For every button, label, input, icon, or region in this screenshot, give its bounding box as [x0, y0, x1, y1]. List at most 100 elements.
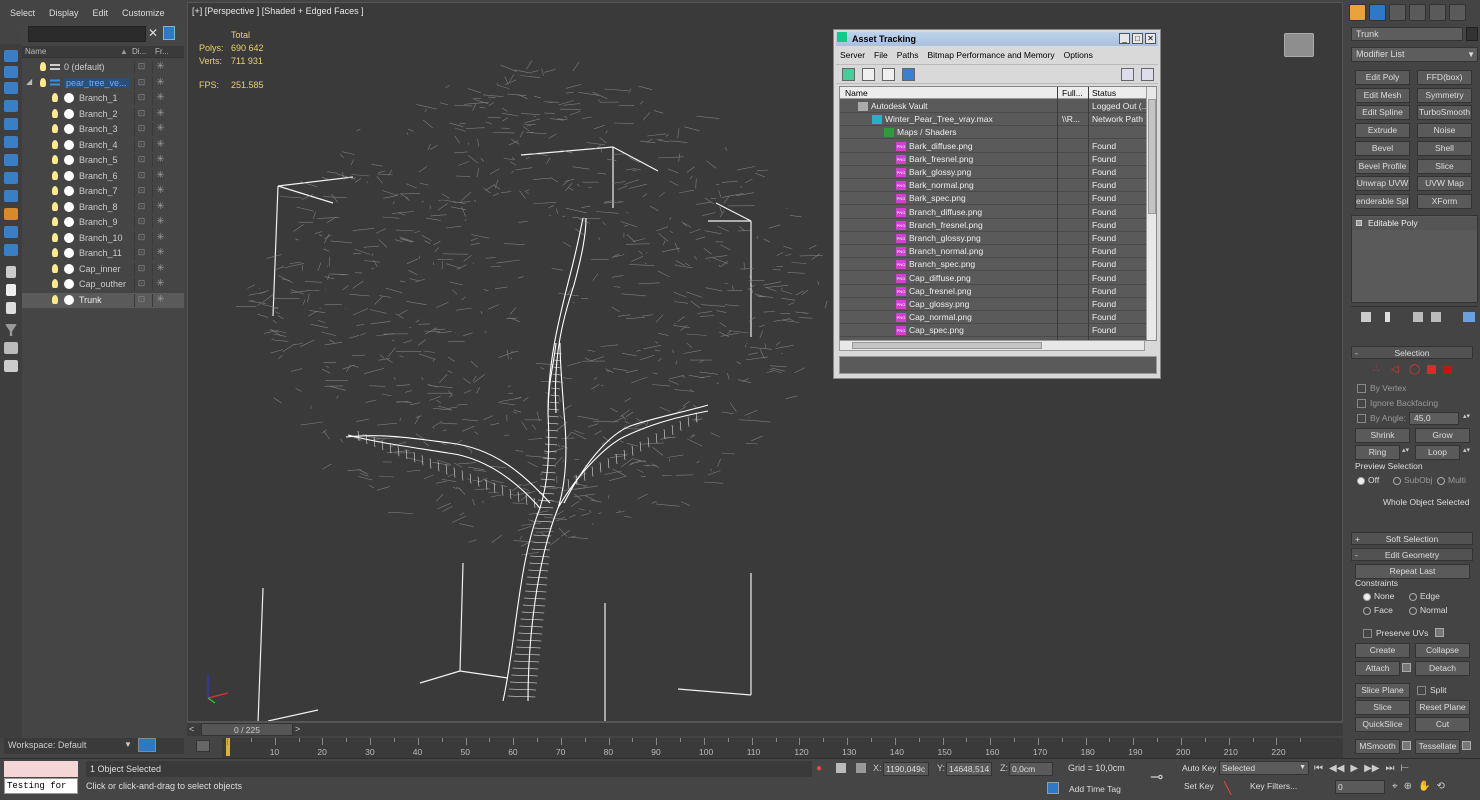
- asset-row[interactable]: PNG Cap_spec.png Found: [840, 324, 1146, 338]
- key-mode-toggle-icon[interactable]: ⊢: [1400, 763, 1409, 777]
- msmooth-settings-icon[interactable]: [1402, 741, 1411, 750]
- slice-plane-button[interactable]: Slice Plane: [1355, 683, 1410, 698]
- explorer-row[interactable]: Cap_outher ⊡ ✳: [22, 277, 184, 292]
- asset-row[interactable]: PNG Cap_diffuse.png Found: [840, 272, 1146, 285]
- maximize-icon[interactable]: □: [1132, 33, 1143, 44]
- pin-stack-icon[interactable]: [1361, 312, 1371, 322]
- display-all-icon[interactable]: [4, 66, 18, 78]
- visibility-bulb-icon[interactable]: [52, 108, 58, 118]
- visibility-bulb-icon[interactable]: [52, 201, 58, 211]
- asset-col-status[interactable]: Status: [1092, 88, 1116, 98]
- display-toggle-icon[interactable]: ⊡: [134, 278, 148, 291]
- freeze-toggle-icon[interactable]: ✳: [152, 278, 168, 291]
- attach-button[interactable]: Attach: [1355, 661, 1400, 676]
- freeze-toggle-icon[interactable]: ✳: [152, 76, 168, 90]
- reset-plane-button[interactable]: Reset Plane: [1415, 700, 1470, 715]
- preserve-uvs-checkbox[interactable]: Preserve UVs: [1363, 628, 1428, 638]
- asset-row[interactable]: PNG Cap_glossy.png Found: [840, 298, 1146, 311]
- menu-select[interactable]: Select: [10, 8, 35, 18]
- workspace-selector[interactable]: Workspace: Default ▼: [4, 738, 184, 754]
- ignore-backfacing-checkbox[interactable]: Ignore Backfacing: [1357, 398, 1438, 408]
- edit-geometry-rollout-header[interactable]: - Edit Geometry: [1351, 548, 1473, 561]
- modifier-button[interactable]: UVW Map: [1417, 176, 1472, 192]
- visibility-bulb-icon[interactable]: [52, 279, 58, 288]
- asset-row[interactable]: PNG Branch_glossy.png Found: [840, 232, 1146, 245]
- repeat-last-button[interactable]: Repeat Last: [1355, 564, 1470, 579]
- minimize-icon[interactable]: _: [1119, 33, 1130, 44]
- asset-row[interactable]: Winter_Pear_Tree_vray.max \\R... Network P…: [840, 113, 1146, 127]
- loop-spinner-icon[interactable]: ▴▾: [1463, 446, 1470, 454]
- modifier-button[interactable]: Bevel Profile: [1355, 158, 1410, 174]
- msmooth-button[interactable]: MSmooth: [1355, 739, 1400, 754]
- freeze-toggle-icon[interactable]: ✳: [152, 123, 168, 136]
- modifier-button[interactable]: Noise: [1417, 123, 1472, 139]
- explorer-row[interactable]: Branch_11 ⊡ ✳: [22, 246, 184, 261]
- asset-menu-bitmap[interactable]: Bitmap Performance and Memory: [928, 50, 1055, 60]
- asset-menu-server[interactable]: Server: [840, 50, 865, 60]
- next-frame-icon[interactable]: >: [295, 724, 305, 735]
- display-toggle-icon[interactable]: ⊡: [134, 76, 148, 90]
- split-checkbox[interactable]: Split: [1417, 685, 1447, 695]
- remove-modifier-icon[interactable]: [1431, 312, 1441, 322]
- lock-selection-icon[interactable]: ●: [816, 763, 822, 774]
- visibility-bulb-icon[interactable]: [52, 124, 58, 133]
- hierarchy-tab-icon[interactable]: [1389, 4, 1406, 21]
- zoom-icon[interactable]: ⊕: [1404, 781, 1412, 792]
- key-filters-button[interactable]: Key Filters...: [1250, 781, 1297, 791]
- asset-horizontal-scrollbar[interactable]: [839, 340, 1145, 351]
- constraint-normal-radio[interactable]: Normal: [1409, 605, 1447, 615]
- display-toggle-icon[interactable]: ⊡: [134, 61, 148, 74]
- modifier-button[interactable]: Unwrap UVW: [1355, 176, 1410, 192]
- freeze-toggle-icon[interactable]: ✳: [152, 262, 168, 276]
- checkbox-icon[interactable]: [6, 302, 16, 314]
- explorer-row[interactable]: Branch_2 ⊡ ✳: [22, 107, 184, 122]
- shape-filter-icon[interactable]: [4, 100, 18, 112]
- modifier-button[interactable]: enderable Splir: [1355, 193, 1410, 209]
- display-tab-icon[interactable]: [1429, 4, 1446, 21]
- freeze-toggle-icon[interactable]: ✳: [152, 138, 168, 152]
- expand-arrow-icon[interactable]: ◢: [26, 77, 32, 86]
- visibility-bulb-icon[interactable]: [52, 186, 58, 195]
- asset-row[interactable]: PNG Branch_normal.png Found: [840, 245, 1146, 259]
- selection-rollout-header[interactable]: - Selection: [1351, 346, 1473, 359]
- stack-item[interactable]: Editable Poly: [1352, 217, 1477, 230]
- tessellate-settings-icon[interactable]: [1462, 741, 1471, 750]
- grow-button[interactable]: Grow: [1415, 428, 1470, 443]
- freeze-toggle-icon[interactable]: ✳: [152, 92, 168, 105]
- modifier-list-dropdown[interactable]: Modifier List ▼: [1351, 47, 1478, 62]
- time-config-icon[interactable]: ⌖: [1392, 781, 1398, 792]
- asset-row[interactable]: PNG Cap_normal.png Found: [840, 311, 1146, 325]
- visibility-bulb-icon[interactable]: [52, 93, 58, 102]
- modifier-button[interactable]: Slice: [1417, 158, 1472, 174]
- attach-list-icon[interactable]: [1402, 663, 1411, 672]
- tessellate-button[interactable]: Tessellate: [1415, 739, 1460, 754]
- asset-path-field[interactable]: [839, 356, 1157, 374]
- visibility-bulb-icon[interactable]: [52, 263, 58, 273]
- freeze-toggle-icon[interactable]: ✳: [152, 200, 168, 214]
- asset-menu-file[interactable]: File: [874, 50, 888, 60]
- visibility-bulb-icon[interactable]: [52, 170, 58, 180]
- geometry-filter-icon[interactable]: [4, 82, 18, 94]
- page-icon[interactable]: [6, 266, 16, 278]
- go-to-start-icon[interactable]: ⏮: [1314, 763, 1323, 777]
- create-button[interactable]: Create: [1355, 643, 1410, 658]
- explorer-row[interactable]: Branch_5 ⊡ ✳: [22, 153, 184, 168]
- clear-search-icon[interactable]: ✕: [148, 26, 158, 40]
- freeze-toggle-icon[interactable]: ✳: [152, 154, 168, 167]
- display-toggle-icon[interactable]: ⊡: [134, 107, 148, 121]
- motion-tab-icon[interactable]: [1409, 4, 1426, 21]
- preview-subobj-radio[interactable]: SubObj: [1393, 475, 1432, 485]
- set-key-icon[interactable]: ╲: [1224, 781, 1231, 795]
- modifier-button[interactable]: TurboSmooth: [1417, 105, 1472, 121]
- layer-toggle-button[interactable]: [138, 738, 156, 752]
- explorer-row[interactable]: Branch_8 ⊡ ✳: [22, 200, 184, 215]
- asset-row[interactable]: PNG Branch_fresnel.png Found: [840, 219, 1146, 232]
- explorer-filter-button[interactable]: [163, 26, 175, 40]
- freeze-toggle-icon[interactable]: ✳: [152, 185, 168, 198]
- group-filter-icon[interactable]: [4, 190, 18, 202]
- asset-row[interactable]: PNG Bark_spec.png Found: [840, 192, 1146, 206]
- freeze-toggle-icon[interactable]: ✳: [152, 293, 168, 307]
- tree-view-icon[interactable]: [882, 68, 895, 81]
- angle-spinner[interactable]: 45,0: [1409, 412, 1459, 425]
- modifier-button[interactable]: Symmetry: [1417, 87, 1472, 103]
